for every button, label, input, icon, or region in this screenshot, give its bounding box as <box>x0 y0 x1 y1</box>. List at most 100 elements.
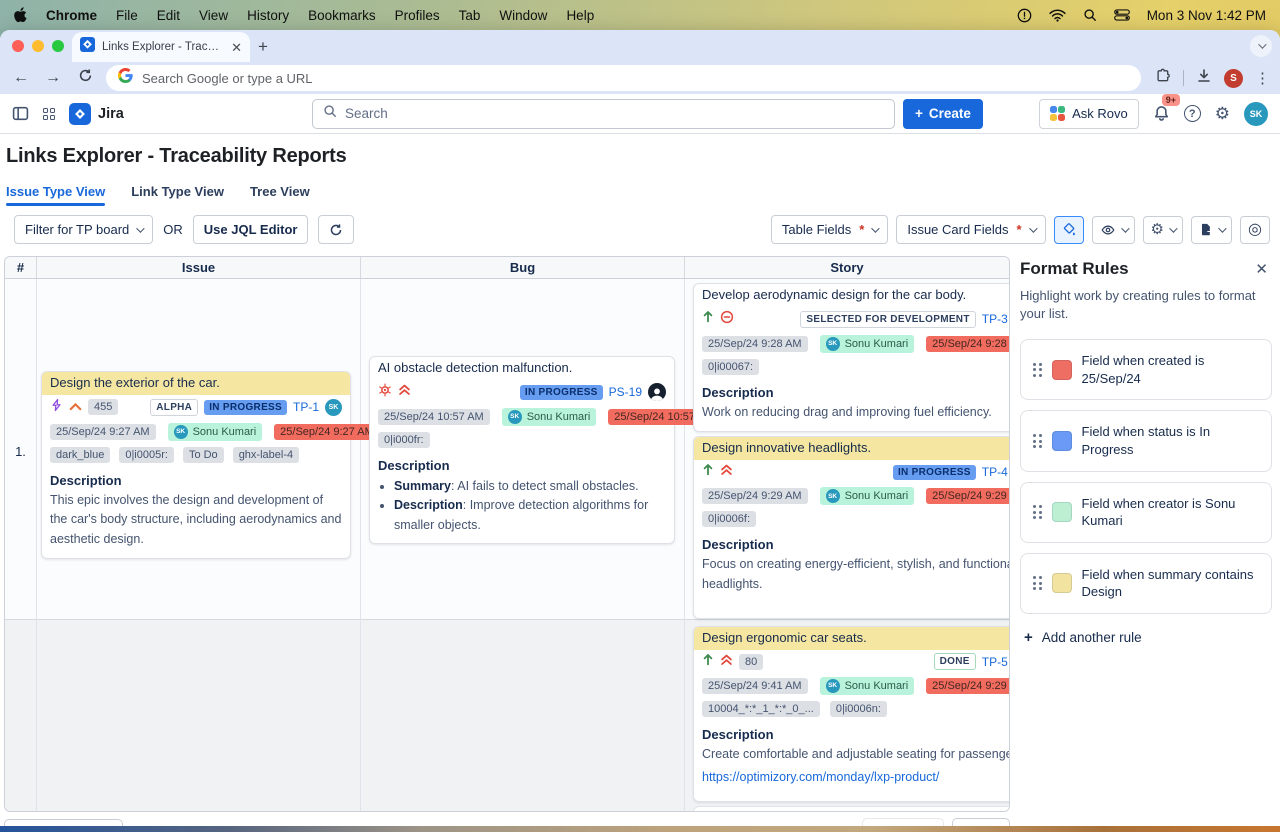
view-tabs: Issue Type View Link Type View Tree View <box>6 184 1272 206</box>
menu-bookmarks[interactable]: Bookmarks <box>308 8 376 23</box>
menu-history[interactable]: History <box>247 8 289 23</box>
release-badge: ALPHA <box>150 399 198 416</box>
issue-card-fields-dropdown[interactable]: Issue Card Fields* <box>896 215 1045 244</box>
rovo-icon <box>1050 106 1066 122</box>
issue-key-link[interactable]: TP-3 <box>982 312 1008 326</box>
drag-handle-icon[interactable] <box>1033 434 1042 448</box>
tab-tree-view[interactable]: Tree View <box>250 184 310 206</box>
create-button[interactable]: +Create <box>903 99 983 129</box>
settings-gear-icon[interactable]: ⚙ <box>1215 105 1230 122</box>
control-center-icon[interactable] <box>1114 9 1130 21</box>
close-window-button[interactable] <box>12 40 24 52</box>
format-rule-item[interactable]: Field when created is 25/Sep/24 <box>1020 339 1272 400</box>
tab-close-icon[interactable]: ✕ <box>231 41 242 54</box>
tab-favicon-jira <box>80 37 95 57</box>
extensions-icon[interactable] <box>1155 68 1171 89</box>
previous-page-button[interactable]: Previous <box>862 818 945 826</box>
assignee-avatar[interactable] <box>648 383 666 401</box>
help-icon[interactable]: ? <box>1184 105 1201 122</box>
app-switcher-icon[interactable] <box>43 108 55 120</box>
jira-home-link[interactable]: Jira <box>69 103 124 125</box>
jira-search-input[interactable]: Search <box>312 99 895 129</box>
tab-search-chevron-icon[interactable] <box>1250 35 1272 57</box>
issue-key-link[interactable]: TP-1 <box>293 400 319 414</box>
external-link[interactable]: https://optimizory.com/monday/lxp-produc… <box>694 766 1010 794</box>
target-icon: ◎ <box>1248 222 1262 238</box>
minimize-window-button[interactable] <box>32 40 44 52</box>
menu-profiles[interactable]: Profiles <box>395 8 440 23</box>
issue-key-link[interactable]: TP-5 <box>982 655 1008 669</box>
format-rule-item[interactable]: Field when summary contains Design <box>1020 553 1272 614</box>
drag-handle-icon[interactable] <box>1033 505 1042 519</box>
format-rules-button[interactable] <box>1054 216 1084 244</box>
tab-issue-type-view[interactable]: Issue Type View <box>6 184 105 206</box>
apple-icon[interactable] <box>14 7 27 23</box>
ask-rovo-button[interactable]: Ask Rovo <box>1039 99 1139 129</box>
label-chip: ghx-label-4 <box>233 447 299 463</box>
browser-menu-icon[interactable]: ⋮ <box>1255 69 1270 87</box>
main-area: # Issue Bug Story 1. Design the exterior… <box>4 256 1272 812</box>
table-fields-dropdown[interactable]: Table Fields* <box>771 215 888 244</box>
issue-key-link[interactable]: TP-4 <box>982 465 1008 479</box>
address-placeholder: Search Google or type a URL <box>142 71 313 86</box>
creator-avatar: SK <box>508 410 522 424</box>
refresh-button[interactable] <box>318 215 354 244</box>
menu-edit[interactable]: Edit <box>157 8 180 23</box>
jql-editor-button[interactable]: Use JQL Editor <box>193 215 309 244</box>
rule-label: Field when summary contains Design <box>1082 566 1260 601</box>
page-size-dropdown[interactable]: Page size (20) <box>4 819 123 827</box>
reload-button[interactable] <box>74 68 96 88</box>
forward-button[interactable]: → <box>42 69 64 87</box>
format-rule-item[interactable]: Field when creator is Sonu Kumari <box>1020 482 1272 543</box>
drag-handle-icon[interactable] <box>1033 576 1042 590</box>
target-button[interactable]: ◎ <box>1240 216 1270 244</box>
drag-handle-icon[interactable] <box>1033 363 1042 377</box>
menu-chrome[interactable]: Chrome <box>46 8 97 23</box>
menu-window[interactable]: Window <box>499 8 547 23</box>
bug-cell <box>361 620 685 811</box>
format-rule-item[interactable]: Field when status is In Progress <box>1020 410 1272 471</box>
add-rule-button[interactable]: + Add another rule <box>1020 629 1272 646</box>
visibility-dropdown[interactable] <box>1092 216 1135 244</box>
story-cell: Design ergonomic car seats. 80 DONE TP-5 <box>685 620 1010 811</box>
board-filter-dropdown[interactable]: Filter for TP board <box>14 215 153 244</box>
export-dropdown[interactable] <box>1191 216 1232 244</box>
status-menu-icon[interactable] <box>1017 8 1032 23</box>
menu-view[interactable]: View <box>199 8 228 23</box>
tab-title: Links Explorer - Traceability R <box>102 41 224 53</box>
description-text: Work on reducing drag and improving fuel… <box>694 402 1010 431</box>
user-avatar[interactable]: SK <box>1244 102 1268 126</box>
browser-profile-avatar[interactable]: S <box>1224 69 1243 88</box>
rank-chip: 0|i0005r: <box>119 447 174 463</box>
creator-chip: SKSonu Kumari <box>168 423 263 441</box>
new-tab-button[interactable]: + <box>258 38 268 55</box>
rule-label: Field when creator is Sonu Kumari <box>1082 495 1260 530</box>
zoom-window-button[interactable] <box>52 40 64 52</box>
issue-key-link[interactable]: PS-19 <box>609 385 642 399</box>
sidebar-toggle-icon[interactable] <box>12 105 29 122</box>
downloads-icon[interactable] <box>1196 68 1212 89</box>
epic-card: Design the exterior of the car. 455 ALPH… <box>41 371 351 559</box>
spotlight-search-icon[interactable] <box>1083 8 1097 22</box>
address-bar[interactable]: Search Google or type a URL <box>106 65 1141 91</box>
menu-bar-clock[interactable]: Mon 3 Nov 1:42 PM <box>1147 8 1266 23</box>
menu-help[interactable]: Help <box>566 8 594 23</box>
desktop: Chrome File Edit View History Bookmarks … <box>0 0 1280 832</box>
close-icon[interactable]: ✕ <box>1251 258 1272 280</box>
tab-link-type-view[interactable]: Link Type View <box>131 184 224 206</box>
estimate-chip: 455 <box>88 399 118 415</box>
menu-tab[interactable]: Tab <box>459 8 481 23</box>
back-button[interactable]: ← <box>10 69 32 87</box>
browser-tab[interactable]: Links Explorer - Traceability R ✕ <box>72 32 250 62</box>
wifi-icon[interactable] <box>1049 9 1066 22</box>
format-rules-panel: Format Rules ✕ Highlight work by creatin… <box>1020 256 1272 812</box>
story-card-title: Design innovative headlights. <box>694 437 1010 460</box>
next-page-button[interactable]: Next <box>952 818 1010 826</box>
menu-file[interactable]: File <box>116 8 138 23</box>
notification-badge: 9+ <box>1162 94 1180 106</box>
assignee-avatar[interactable]: SK <box>325 399 342 416</box>
updated-date-chip: 25/Sep/24 9:29 AM <box>926 488 1010 504</box>
notifications-bell-icon[interactable]: 9+ <box>1153 101 1170 127</box>
settings-dropdown[interactable]: ⚙ <box>1143 216 1183 244</box>
bullet-item: Summary: AI fails to detect small obstac… <box>394 477 674 496</box>
